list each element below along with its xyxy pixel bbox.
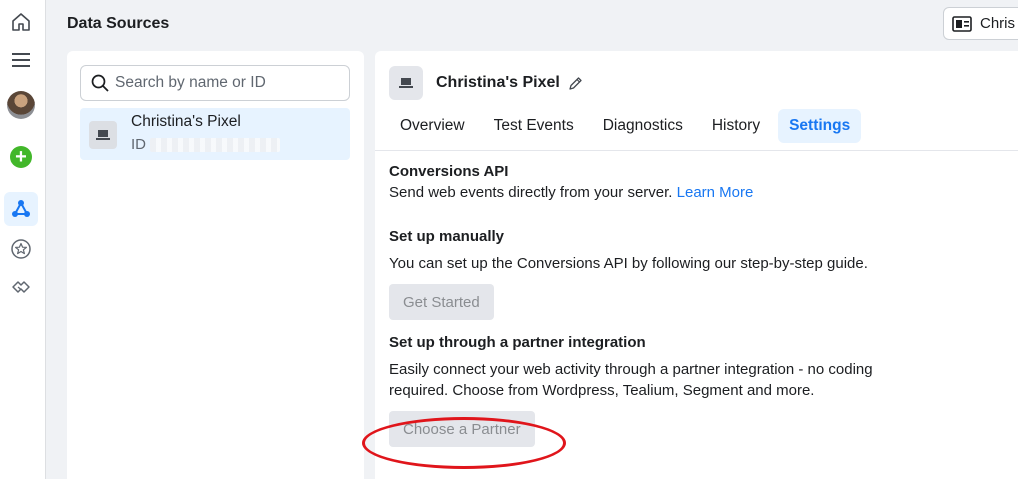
pixel-title: Christina's Pixel	[436, 74, 583, 92]
pixel-header-icon-box	[389, 66, 423, 100]
tab-history[interactable]: History	[701, 109, 771, 143]
tab-overview[interactable]: Overview	[389, 109, 476, 143]
pixel-list-id: ID	[131, 136, 280, 153]
tab-diagnostics[interactable]: Diagnostics	[592, 109, 694, 143]
pixel-detail-panel: Christina's Pixel Overview Test Events D…	[375, 51, 1018, 479]
tab-settings[interactable]: Settings	[778, 109, 862, 143]
left-nav-rail: +	[0, 0, 46, 479]
laptop-icon	[96, 130, 110, 140]
get-started-button[interactable]: Get Started	[389, 284, 494, 320]
home-button[interactable]	[4, 5, 38, 39]
list-item-pixel[interactable]: Christina's Pixel ID	[80, 108, 350, 160]
search-box[interactable]	[80, 65, 350, 101]
conversions-api-heading: Conversions API	[389, 163, 509, 180]
avatar	[7, 91, 35, 119]
edit-pencil-icon[interactable]	[568, 76, 583, 91]
conversions-api-description: Send web events directly from your serve…	[389, 182, 1018, 203]
settings-content: Conversions API Send web events directly…	[389, 163, 1018, 447]
manual-setup-heading: Set up manually	[389, 228, 505, 245]
manual-setup-description: You can set up the Conversions API by fo…	[389, 255, 868, 272]
favorites-button[interactable]	[4, 232, 38, 266]
detail-header: Christina's Pixel Overview Test Events D…	[375, 51, 1018, 151]
redacted-id-value	[150, 137, 280, 152]
partner-description-line2: required. Choose from Wordpress, Tealium…	[389, 382, 815, 399]
annotation-highlight-ellipse	[362, 417, 566, 469]
search-icon	[91, 74, 109, 92]
home-icon	[12, 13, 30, 31]
page-title: Data Sources	[67, 15, 170, 32]
laptop-icon	[399, 78, 413, 88]
account-switcher-button[interactable]: Chris	[943, 7, 1018, 40]
create-button[interactable]: +	[4, 140, 38, 174]
business-account-icon	[952, 15, 972, 32]
pixel-list-name: Christina's Pixel	[131, 113, 241, 130]
partner-setup-description: Easily connect your web activity through…	[389, 359, 1018, 401]
search-input[interactable]	[115, 74, 345, 92]
account-name: Chris	[980, 15, 1016, 32]
add-icon: +	[10, 146, 32, 168]
data-source-list-panel: Christina's Pixel ID	[67, 51, 364, 479]
partner-description-line1: Easily connect your web activity through…	[389, 361, 873, 378]
pixel-icon-box	[89, 121, 117, 149]
partners-button[interactable]	[4, 270, 38, 304]
profile-button[interactable]	[4, 88, 38, 122]
conversions-api-description-text: Send web events directly from your serve…	[389, 184, 673, 201]
data-sources-icon	[12, 200, 30, 217]
handshake-icon	[12, 281, 30, 293]
partner-setup-heading: Set up through a partner integration	[389, 334, 646, 351]
menu-button[interactable]	[4, 43, 38, 77]
pixel-id-label: ID	[131, 136, 146, 153]
tab-test-events[interactable]: Test Events	[483, 109, 585, 143]
data-sources-nav-button[interactable]	[4, 192, 38, 226]
star-icon	[11, 239, 31, 259]
pixel-title-text: Christina's Pixel	[436, 74, 560, 91]
menu-icon	[12, 53, 30, 67]
detail-tabs: Overview Test Events Diagnostics History…	[389, 109, 868, 143]
learn-more-link[interactable]: Learn More	[677, 184, 754, 201]
